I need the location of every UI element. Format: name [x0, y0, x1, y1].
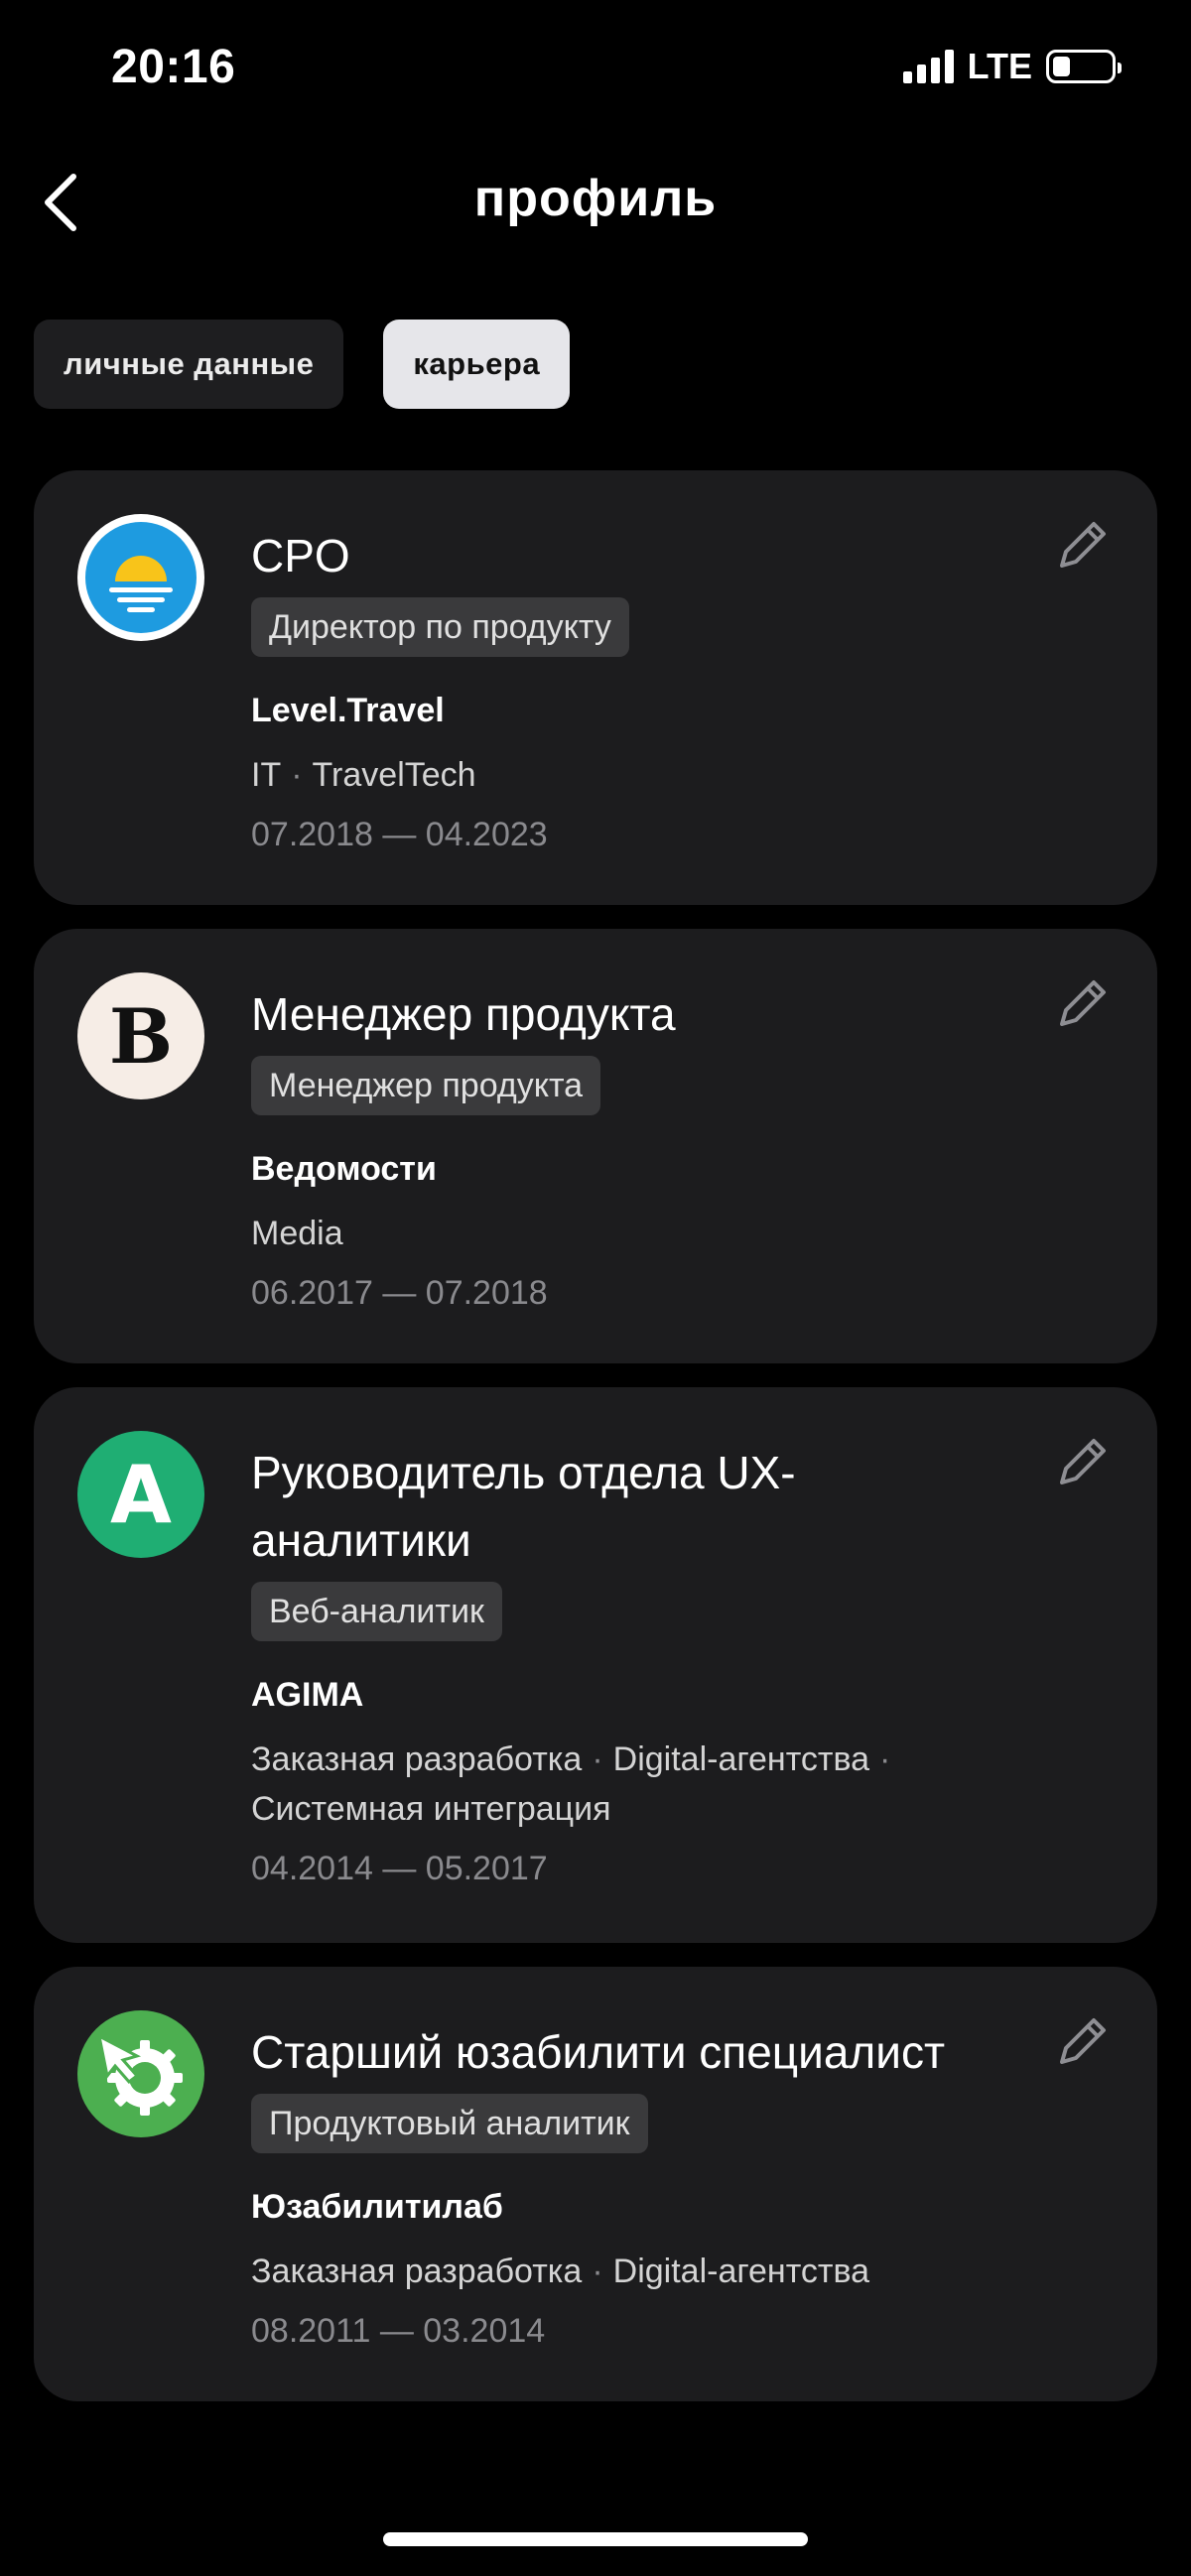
logo-letter: B [108, 991, 174, 1081]
company-name: Ведомости [251, 1150, 437, 1188]
page-title: профиль [473, 170, 718, 227]
employment-dates: 06.2017 — 07.2018 [251, 1274, 548, 1312]
network-label: LTE [967, 46, 1032, 86]
battery-level [1053, 57, 1070, 76]
employment-dates: 04.2014 — 05.2017 [251, 1850, 548, 1887]
position-badge: Директор по продукту [251, 597, 629, 657]
letter-a-icon: A [77, 1431, 204, 1558]
pencil-icon[interactable] [1050, 2010, 1114, 2074]
industry-tag: Digital-агентства [612, 2253, 870, 2290]
industry-list: Заказная разработка · Digital-агентства [251, 2253, 870, 2290]
home-indicator[interactable] [383, 2532, 808, 2546]
role-title: Старший юзабилити специалист [251, 2026, 946, 2078]
sunset-icon [77, 514, 204, 641]
status-time: 20:16 [111, 41, 236, 93]
industry-list: IT · TravelTech [251, 756, 476, 794]
career-card[interactable]: A Руководитель отдела UX-аналитики Веб-а… [34, 1387, 1157, 1943]
pencil-icon[interactable] [1050, 1431, 1114, 1494]
letter-b-icon: B [77, 972, 204, 1099]
signal-icon [902, 50, 954, 83]
industry-tag: TravelTech [312, 756, 476, 794]
industry-tag: Media [251, 1215, 343, 1252]
tab-bar: личные данные карьера [34, 320, 571, 409]
role-title: Менеджер продукта [251, 988, 676, 1040]
position-badge: Менеджер продукта [251, 1056, 601, 1115]
industry-tag: Заказная разработка [251, 2253, 583, 2290]
tab-career[interactable]: карьера [383, 320, 571, 409]
gear-arrow-icon [77, 2010, 204, 2137]
position-badge: Продуктовый аналитик [251, 2094, 648, 2153]
employment-dates: 08.2011 — 03.2014 [251, 2312, 546, 2350]
industry-tag: IT [251, 756, 282, 794]
employment-dates: 07.2018 — 04.2023 [251, 816, 548, 853]
logo-letter: A [110, 1448, 172, 1541]
company-name: AGIMA [251, 1676, 364, 1714]
industry-list: Media [251, 1209, 1008, 1258]
career-card[interactable]: CPO Директор по продукту Level.Travel IT… [34, 470, 1157, 905]
industry-tag: Digital-агентства [612, 1740, 870, 1778]
industry-list: Заказная разработка · Digital-агентства · Си… [251, 1740, 891, 1828]
industry-tag: Заказная разработка [251, 1740, 583, 1778]
career-card[interactable]: Старший юзабилити специалист Продуктовый… [34, 1967, 1157, 2401]
career-card[interactable]: B Менеджер продукта Менеджер продукта Ве… [34, 929, 1157, 1363]
company-name: Level.Travel [251, 692, 445, 729]
pencil-icon[interactable] [1050, 514, 1114, 578]
pencil-icon[interactable] [1050, 972, 1114, 1036]
role-title: Руководитель отдела UX-аналитики [251, 1447, 796, 1566]
company-name: Юзабилитилаб [251, 2188, 503, 2226]
role-title: CPO [251, 530, 350, 581]
industry-tag: Системная интеграция [251, 1790, 611, 1828]
battery-icon [1046, 50, 1122, 83]
tab-personal-data[interactable]: личные данные [34, 320, 344, 409]
position-badge: Веб-аналитик [251, 1582, 502, 1641]
status-icons: LTE [902, 46, 1122, 87]
